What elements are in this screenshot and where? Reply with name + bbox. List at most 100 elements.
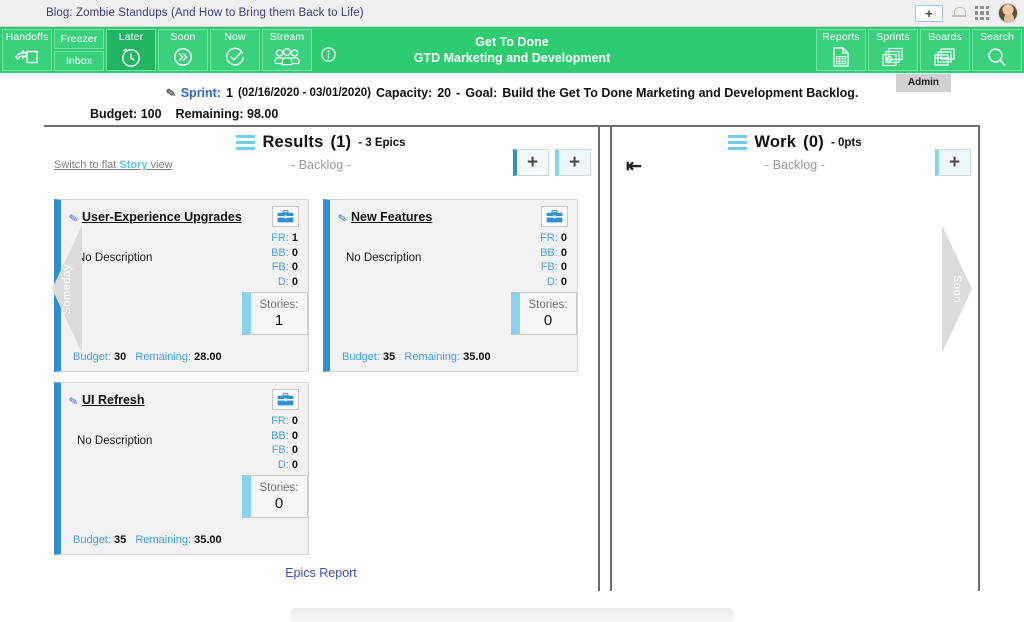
epic-description: No Description — [77, 435, 153, 447]
count-key: FB: — [271, 261, 289, 273]
search-icon — [985, 44, 1009, 70]
stories-value: 0 — [274, 494, 284, 512]
pencil-icon[interactable]: ✎ — [165, 85, 177, 101]
add-epic-button[interactable]: + — [513, 149, 549, 176]
epic-budget-label: Budget: — [73, 534, 111, 546]
count-row: FR: 0 — [271, 414, 298, 429]
count-row: FR: 0 — [540, 231, 567, 246]
primary-nav: Handoffs Freezer Inbox Later Soon Now St… — [0, 27, 336, 73]
sidebar-item-inbox[interactable]: Inbox — [54, 51, 104, 71]
sprints-icon — [881, 44, 905, 70]
sidebar-item-stream[interactable]: Stream — [262, 29, 312, 71]
info-icon[interactable] — [314, 29, 336, 71]
work-subtitle: - 0pts — [830, 136, 862, 149]
count-value: 0 — [291, 444, 298, 456]
count-value: 0 — [291, 246, 298, 259]
count-row: BB: 0 — [271, 429, 298, 444]
bell-icon[interactable] — [952, 5, 966, 21]
pencil-icon[interactable]: ✎ — [337, 211, 348, 225]
count-value: 0 — [560, 246, 567, 259]
add-work-item-button[interactable]: + — [935, 149, 971, 176]
count-key: FR: — [271, 232, 289, 244]
epics-report-link[interactable]: Epics Report — [44, 566, 598, 580]
epic-card[interactable]: ✎ UI Refresh FR: 0 BB: 0 FB: 0 D: 0 No D… — [54, 382, 309, 555]
count-value: 0 — [291, 275, 298, 288]
epic-footer: Budget: 35 Remaining: 35.00 — [342, 351, 491, 363]
epic-stories-box[interactable]: Stories: 0 — [511, 292, 577, 335]
sprint-remaining-label: Remaining: — [175, 107, 244, 121]
epic-card[interactable]: ✎ User-Experience Upgrades FR: 1 BB: 0 F… — [54, 199, 309, 372]
epic-stories-box[interactable]: Stories: 0 — [242, 475, 308, 518]
epic-description: No Description — [346, 252, 422, 264]
count-row: D: 0 — [540, 275, 567, 290]
goal-value: Build the Get To Done Marketing and Deve… — [502, 86, 859, 100]
epic-card-list: ✎ User-Experience Upgrades FR: 1 BB: 0 F… — [44, 189, 598, 555]
count-key: D: — [546, 275, 558, 288]
pencil-icon[interactable]: ✎ — [68, 211, 79, 225]
browser-title-bar: Blog: Zombie Standups (And How to Bring … — [0, 0, 1024, 27]
sprint-budget-value: 100 — [140, 107, 162, 121]
nav-label-search: Search — [980, 31, 1014, 43]
browser-tab-title[interactable]: Blog: Zombie Standups (And How to Bring … — [0, 7, 364, 19]
epic-name[interactable]: User-Experience Upgrades — [82, 210, 242, 224]
toolbox-icon[interactable] — [272, 206, 299, 227]
nav-label-reports: Reports — [822, 31, 860, 43]
count-row: FB: 0 — [271, 260, 298, 275]
nav-item-sprints[interactable]: Sprints — [868, 29, 918, 71]
count-key: D: — [277, 458, 289, 471]
separator: - — [456, 86, 461, 100]
epic-counts: FR: 1 BB: 0 FB: 0 D: 0 — [271, 231, 298, 289]
someday-arrow-label: Someday — [61, 263, 73, 315]
toolbox-icon[interactable] — [541, 206, 568, 227]
flat-link-story: Story — [119, 159, 148, 171]
people-icon — [273, 44, 301, 70]
collapse-left-icon[interactable]: ⇤ — [626, 157, 642, 176]
epic-remaining-label: Remaining: — [135, 351, 192, 363]
count-value: 0 — [560, 232, 567, 244]
clock-icon — [119, 44, 143, 70]
toolbox-icon[interactable] — [272, 389, 299, 410]
sprint-info-bar: ✎ Sprint: 1 (02/16/2020 - 03/01/2020) Ca… — [0, 79, 1024, 107]
nav-label-soon: Soon — [170, 31, 196, 43]
count-row: D: 0 — [271, 275, 298, 290]
new-tab-button[interactable]: + — [915, 4, 943, 22]
epic-stories-box[interactable]: Stories: 1 — [242, 292, 308, 335]
sidebar-item-handoffs[interactable]: Handoffs — [2, 29, 52, 71]
add-story-button[interactable]: + — [555, 149, 591, 176]
freezer-inbox-stack: Freezer Inbox — [54, 29, 104, 71]
work-add-buttons: + — [935, 149, 971, 176]
count-value: 0 — [291, 415, 298, 427]
sidebar-item-now[interactable]: Now — [210, 29, 260, 71]
nav-item-boards[interactable]: Boards — [920, 29, 970, 71]
sidebar-item-later[interactable]: Later — [106, 29, 156, 71]
results-count: (1) — [330, 133, 352, 151]
soon-arrow-label: Soon — [951, 274, 963, 304]
sprint-dates: (02/16/2020 - 03/01/2020) — [237, 87, 371, 99]
report-icon — [831, 44, 851, 70]
epic-counts: FR: 0 BB: 0 FB: 0 D: 0 — [271, 414, 298, 472]
sidebar-item-soon[interactable]: Soon — [158, 29, 208, 71]
nav-label-boards: Boards — [928, 31, 962, 43]
epic-name[interactable]: New Features — [351, 210, 432, 224]
count-key: D: — [277, 275, 289, 288]
sprint-label: Sprint: — [180, 86, 221, 100]
nav-label-sprints: Sprints — [876, 31, 910, 43]
avatar[interactable] — [998, 3, 1018, 23]
nav-item-search[interactable]: Search — [972, 29, 1022, 71]
epic-remaining-label: Remaining: — [135, 534, 192, 546]
app-grid-icon[interactable] — [975, 6, 989, 20]
switch-to-flat-story-view-link[interactable]: Switch to flat Story view — [54, 159, 173, 171]
hamburger-icon[interactable] — [728, 134, 748, 151]
count-key: FB: — [271, 444, 289, 456]
sidebar-item-freezer[interactable]: Freezer — [54, 29, 104, 49]
pencil-icon[interactable]: ✎ — [68, 394, 79, 408]
epic-budget-value: 30 — [113, 351, 127, 363]
hamburger-icon[interactable] — [236, 134, 256, 151]
sprint-number: 1 — [226, 86, 233, 100]
epic-name[interactable]: UI Refresh — [82, 393, 145, 407]
epic-budget-value: 35 — [382, 351, 396, 363]
epic-card[interactable]: ✎ New Features FR: 0 BB: 0 FB: 0 D: 0 No… — [323, 199, 578, 372]
nav-item-reports[interactable]: Reports — [816, 29, 866, 71]
window-shadow — [290, 608, 734, 622]
work-count: (0) — [803, 133, 824, 151]
